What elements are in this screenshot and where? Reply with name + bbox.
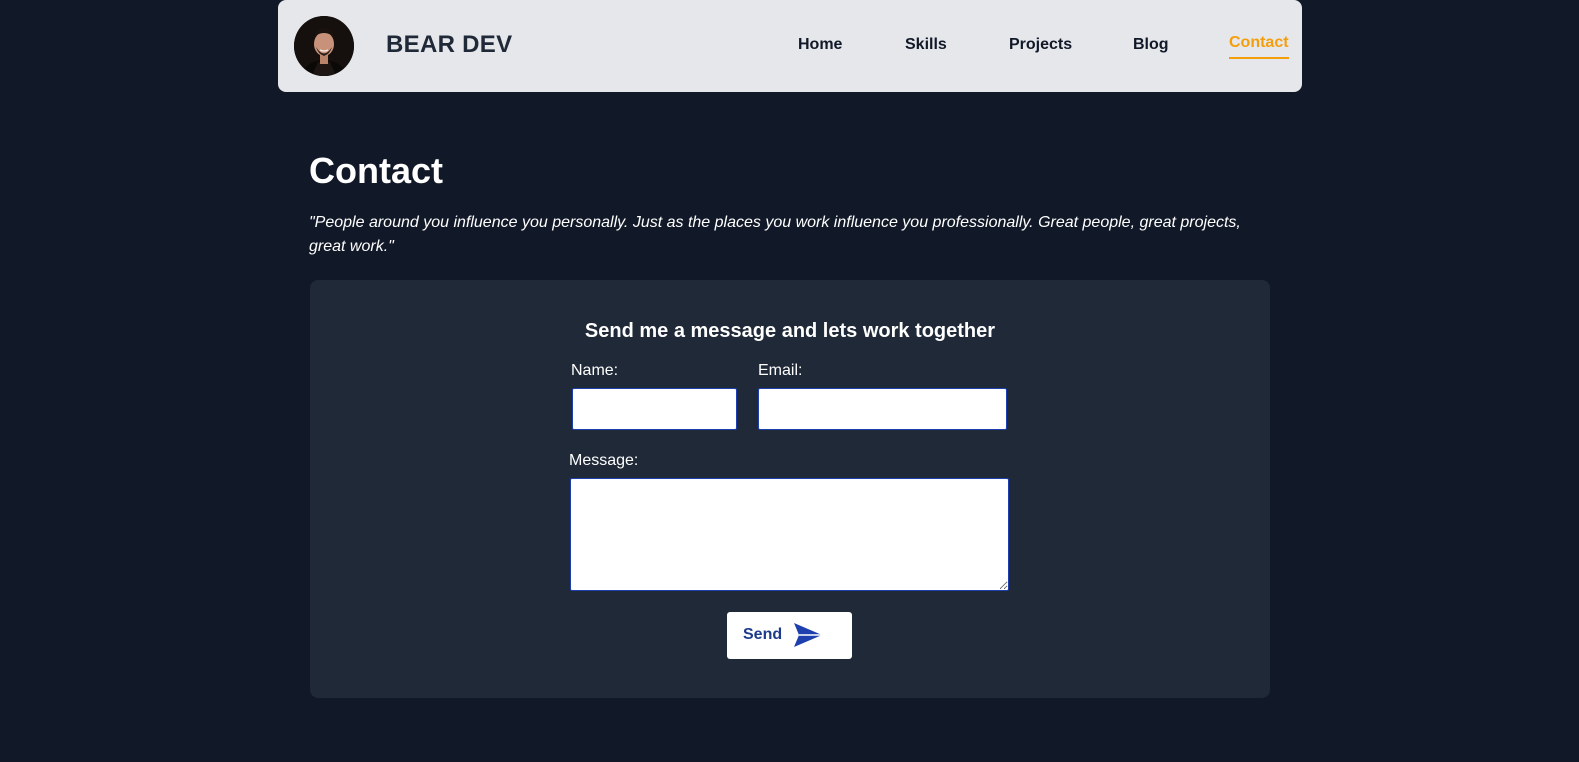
nav-blog[interactable]: Blog	[1133, 36, 1169, 54]
email-input[interactable]	[758, 388, 1007, 430]
email-label: Email:	[758, 362, 803, 379]
nav-home[interactable]: Home	[798, 36, 842, 54]
send-button[interactable]: Send	[727, 612, 852, 659]
send-button-label: Send	[743, 626, 783, 643]
name-label: Name:	[571, 362, 619, 379]
nav-contact[interactable]: Contact	[1229, 34, 1289, 59]
contact-form-card: Send me a message and lets work together…	[310, 280, 1270, 698]
avatar	[294, 16, 354, 76]
page-title: Contact	[309, 150, 443, 191]
name-input[interactable]	[572, 388, 737, 430]
nav-skills[interactable]: Skills	[905, 36, 947, 54]
quote-text: "People around you influence you persona…	[309, 214, 1241, 255]
paper-plane-icon	[794, 623, 822, 647]
nav-projects[interactable]: Projects	[1009, 36, 1072, 54]
profile-photo-icon	[294, 16, 354, 76]
message-textarea[interactable]	[570, 478, 1009, 591]
form-heading: Send me a message and lets work together	[584, 320, 996, 342]
navbar: BEAR DEV Home Skills Projects Blog Conta…	[278, 0, 1302, 92]
message-label: Message:	[569, 452, 639, 469]
brand-name: BEAR DEV	[386, 31, 513, 58]
